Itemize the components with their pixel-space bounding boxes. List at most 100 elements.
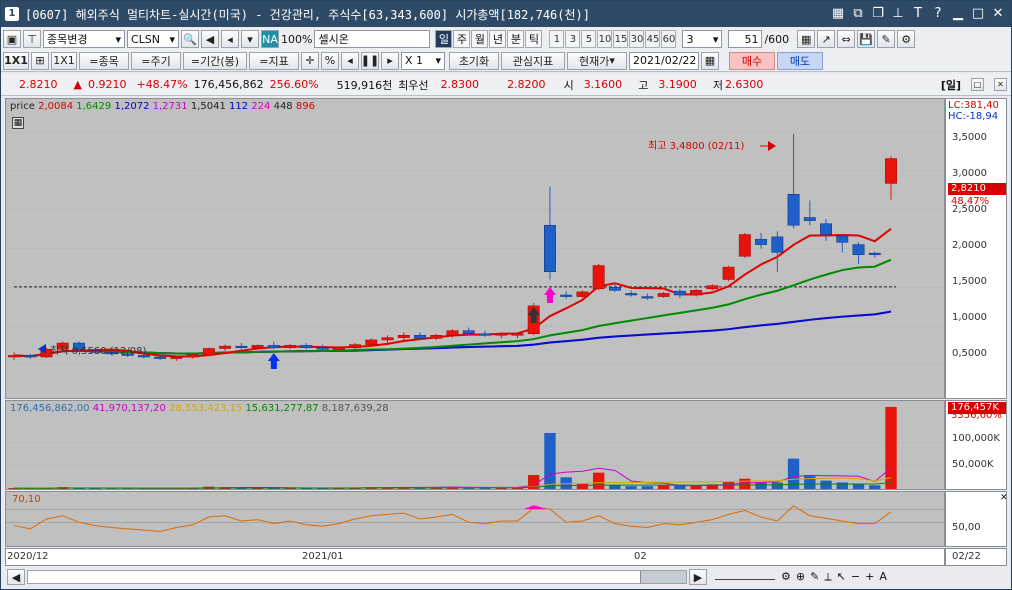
interval-45[interactable]: 45 bbox=[645, 30, 661, 48]
step-back-icon[interactable]: ◂ bbox=[341, 51, 359, 70]
layout-1x1-alt-button[interactable]: 1X1 bbox=[51, 51, 77, 70]
minus-icon[interactable]: − bbox=[851, 570, 860, 584]
interval-10[interactable]: 10 bbox=[597, 30, 613, 48]
signal-arrow-magenta bbox=[543, 287, 556, 303]
scroll-thumb[interactable] bbox=[640, 571, 686, 583]
candle-body bbox=[771, 236, 784, 253]
panel-close-icon[interactable]: ✕ bbox=[994, 78, 1007, 91]
dropdown-icon[interactable]: ▾ bbox=[241, 30, 259, 48]
search-icon[interactable]: 🔍 bbox=[181, 30, 199, 48]
period-month[interactable]: 월 bbox=[471, 30, 489, 48]
legend-448: 448 bbox=[273, 101, 293, 112]
sync-period-button[interactable]: =기간(봉) bbox=[183, 51, 247, 70]
symbol-input[interactable]: CLSN ▾ bbox=[127, 30, 179, 48]
legend-224: 224 bbox=[251, 101, 271, 112]
period-minute[interactable]: 분 bbox=[507, 30, 525, 48]
prev-symbol-icon[interactable]: ◀ bbox=[201, 30, 219, 48]
rsi-panel[interactable]: 70,10 bbox=[5, 491, 945, 547]
candle-body bbox=[170, 356, 183, 359]
best-bid: 2.8200 bbox=[507, 78, 546, 91]
split-view-icon[interactable]: ⊞ bbox=[31, 51, 49, 70]
minimize-icon[interactable]: ▁ bbox=[951, 6, 965, 21]
layout-1x1-button[interactable]: 1X1 bbox=[3, 51, 29, 70]
candle-body bbox=[544, 225, 556, 272]
open-label: 시 bbox=[563, 78, 574, 92]
change-percent: +48.47% bbox=[136, 78, 188, 91]
scroll-track[interactable] bbox=[27, 570, 687, 584]
tools-icon[interactable]: ✎ bbox=[877, 30, 896, 48]
scroll-right-icon[interactable]: ▶ bbox=[689, 569, 707, 585]
period-week[interactable]: 주 bbox=[453, 30, 471, 48]
interval-15[interactable]: 15 bbox=[613, 30, 629, 48]
zoom-in-icon[interactable]: ⊕ bbox=[796, 570, 805, 584]
pin-icon[interactable]: ⊥ bbox=[891, 6, 905, 21]
candle-body bbox=[820, 223, 832, 235]
settings-gear-icon[interactable]: ⚙ bbox=[781, 570, 791, 584]
price-panel[interactable]: price 2,0084 1,6429 1,2072 1,2731 1,5041… bbox=[5, 98, 945, 399]
scroll-left-icon[interactable]: ◀ bbox=[7, 569, 25, 585]
rsi-chart[interactable] bbox=[6, 492, 944, 546]
draw-icon[interactable]: ✎ bbox=[810, 570, 819, 584]
interval-60[interactable]: 60 bbox=[661, 30, 677, 48]
low-price: 2.6300 bbox=[724, 78, 764, 91]
rsi-close-icon[interactable]: ✕ bbox=[1000, 493, 1008, 503]
maximize-icon[interactable]: □ bbox=[971, 6, 985, 21]
copy-icon[interactable]: ⧉ bbox=[851, 6, 865, 21]
crosshair-icon[interactable]: ✛ bbox=[301, 51, 319, 70]
font-size-icon[interactable]: A bbox=[879, 570, 887, 584]
buy-button[interactable]: 매수 bbox=[729, 51, 775, 70]
pause-icon[interactable]: ❚❚ bbox=[361, 51, 379, 70]
candle-body bbox=[446, 330, 459, 336]
current-price-button[interactable]: 현재가 ▾ bbox=[567, 51, 627, 70]
count-input[interactable]: 51 bbox=[728, 30, 763, 48]
save-icon[interactable]: 💾 bbox=[857, 30, 876, 48]
y-tick: 0,5000 bbox=[952, 348, 987, 359]
interest-indicator-button[interactable]: 관심지표 bbox=[501, 51, 565, 70]
text-icon[interactable]: T bbox=[911, 6, 925, 21]
compare-icon[interactable]: ⇔ bbox=[837, 30, 856, 48]
candle-body bbox=[690, 290, 703, 296]
zoom-slider[interactable] bbox=[715, 574, 775, 580]
chart-type-icon[interactable]: ▣ bbox=[3, 30, 21, 48]
period-year[interactable]: 년 bbox=[489, 30, 507, 48]
volume-bar bbox=[836, 482, 848, 489]
sell-button[interactable]: 매도 bbox=[777, 51, 823, 70]
interval-3[interactable]: 3 bbox=[565, 30, 581, 48]
volume-chart[interactable] bbox=[6, 401, 944, 489]
restore-icon[interactable]: ❐ bbox=[871, 6, 885, 21]
sync-items-button[interactable]: =종목 bbox=[79, 51, 129, 70]
step-forward-icon[interactable]: ▸ bbox=[381, 51, 399, 70]
plus-icon[interactable]: + bbox=[865, 570, 874, 584]
date-input[interactable]: 2021/02/22 bbox=[629, 51, 699, 70]
sync-indicator-button[interactable]: =지표 bbox=[249, 51, 299, 70]
period-tick[interactable]: 틱 bbox=[525, 30, 543, 48]
price-chart[interactable] bbox=[6, 99, 944, 398]
interval-30[interactable]: 30 bbox=[629, 30, 645, 48]
change-symbol-select[interactable]: 종목변경 ▾ bbox=[43, 30, 125, 48]
volume-bar bbox=[592, 472, 605, 489]
chart-scrollbar[interactable]: ◀ ▶ ⚙ ⊕ ✎ ⟂ ↖ − + A bbox=[5, 567, 1009, 587]
chart-menu-icon[interactable]: ▦ bbox=[12, 117, 24, 129]
multiplier-select[interactable]: X 1 ▾ bbox=[401, 51, 445, 70]
interval-5[interactable]: 5 bbox=[581, 30, 597, 48]
reset-button[interactable]: 초기화 bbox=[449, 51, 499, 70]
cursor-icon[interactable]: ↖ bbox=[837, 570, 846, 584]
cursor-tool-icon[interactable]: ↗ bbox=[817, 30, 836, 48]
sound-icon[interactable]: ◂ bbox=[221, 30, 239, 48]
grid-icon[interactable]: ▦ bbox=[831, 6, 845, 21]
ruler-icon[interactable]: ⟂ bbox=[824, 570, 831, 584]
pin-symbol-icon[interactable]: ⊤ bbox=[23, 30, 41, 48]
percent-icon[interactable]: % bbox=[321, 51, 339, 70]
sync-cycle-button[interactable]: =주기 bbox=[131, 51, 181, 70]
panel-restore-icon[interactable]: □ bbox=[971, 78, 984, 91]
period-day[interactable]: 일 bbox=[435, 30, 453, 48]
interval-1[interactable]: 1 bbox=[549, 30, 565, 48]
close-icon[interactable]: ✕ bbox=[991, 6, 1005, 21]
calendar-icon[interactable]: ▦ bbox=[701, 51, 719, 70]
settings-icon[interactable]: ⚙ bbox=[897, 30, 916, 48]
help-icon[interactable]: ? bbox=[931, 6, 945, 21]
volume-panel[interactable]: 176,456,862,00 41,970,137,20 28,553,423,… bbox=[5, 400, 945, 490]
candle-body bbox=[414, 335, 426, 339]
grid-view-icon[interactable]: ▦ bbox=[797, 30, 816, 48]
interval-select[interactable]: 3 ▾ bbox=[682, 30, 723, 48]
